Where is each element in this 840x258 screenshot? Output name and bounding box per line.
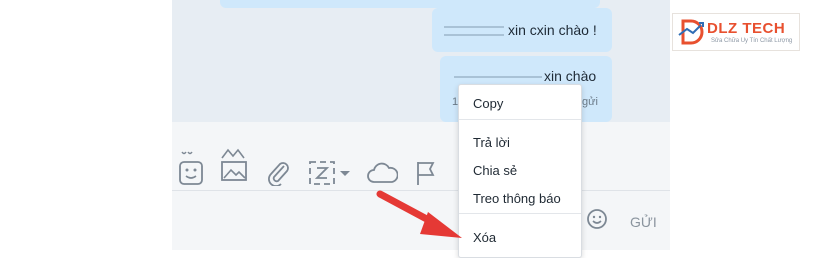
image-icon[interactable] [220, 146, 248, 184]
message-bubble[interactable]: xin cxin chào ! [432, 8, 612, 52]
context-menu: Copy Trả lời Chia sẻ Treo thông báo Xóa [458, 84, 582, 258]
emoji-icon[interactable] [586, 208, 608, 235]
message-status: gửi [582, 96, 598, 108]
redacted-text [454, 76, 542, 78]
arrow-icon [376, 188, 468, 249]
sticker-icon[interactable] [178, 148, 204, 186]
screenshot-icon[interactable] [308, 160, 352, 186]
menu-divider [459, 119, 581, 120]
message-text: xin cxin chào ! [508, 22, 597, 38]
menu-item-pin[interactable]: Treo thông báo [473, 191, 561, 206]
cloud-icon[interactable] [366, 162, 398, 184]
menu-item-share[interactable]: Chia sẻ [473, 163, 517, 178]
menu-item-delete[interactable]: Xóa [473, 230, 496, 245]
paperclip-icon[interactable] [266, 160, 290, 186]
logo-tagline: Sửa Chữa Uy Tín Chất Lượng [711, 38, 793, 44]
message-text: xin chào [544, 68, 597, 84]
redacted-text [444, 34, 504, 36]
redacted-text [444, 26, 504, 28]
menu-divider [459, 213, 581, 214]
brand-logo: DLZ TECH Sửa Chữa Uy Tín Chất Lượng [672, 13, 800, 51]
logo-name: DLZ TECH [707, 20, 786, 37]
logo-mark-icon [678, 19, 704, 45]
menu-item-reply[interactable]: Trả lời [473, 135, 510, 150]
message-bubble-partial [220, 0, 600, 8]
menu-item-copy[interactable]: Copy [473, 96, 503, 111]
send-button[interactable]: GỬI [630, 214, 657, 230]
flag-icon[interactable] [414, 160, 438, 186]
